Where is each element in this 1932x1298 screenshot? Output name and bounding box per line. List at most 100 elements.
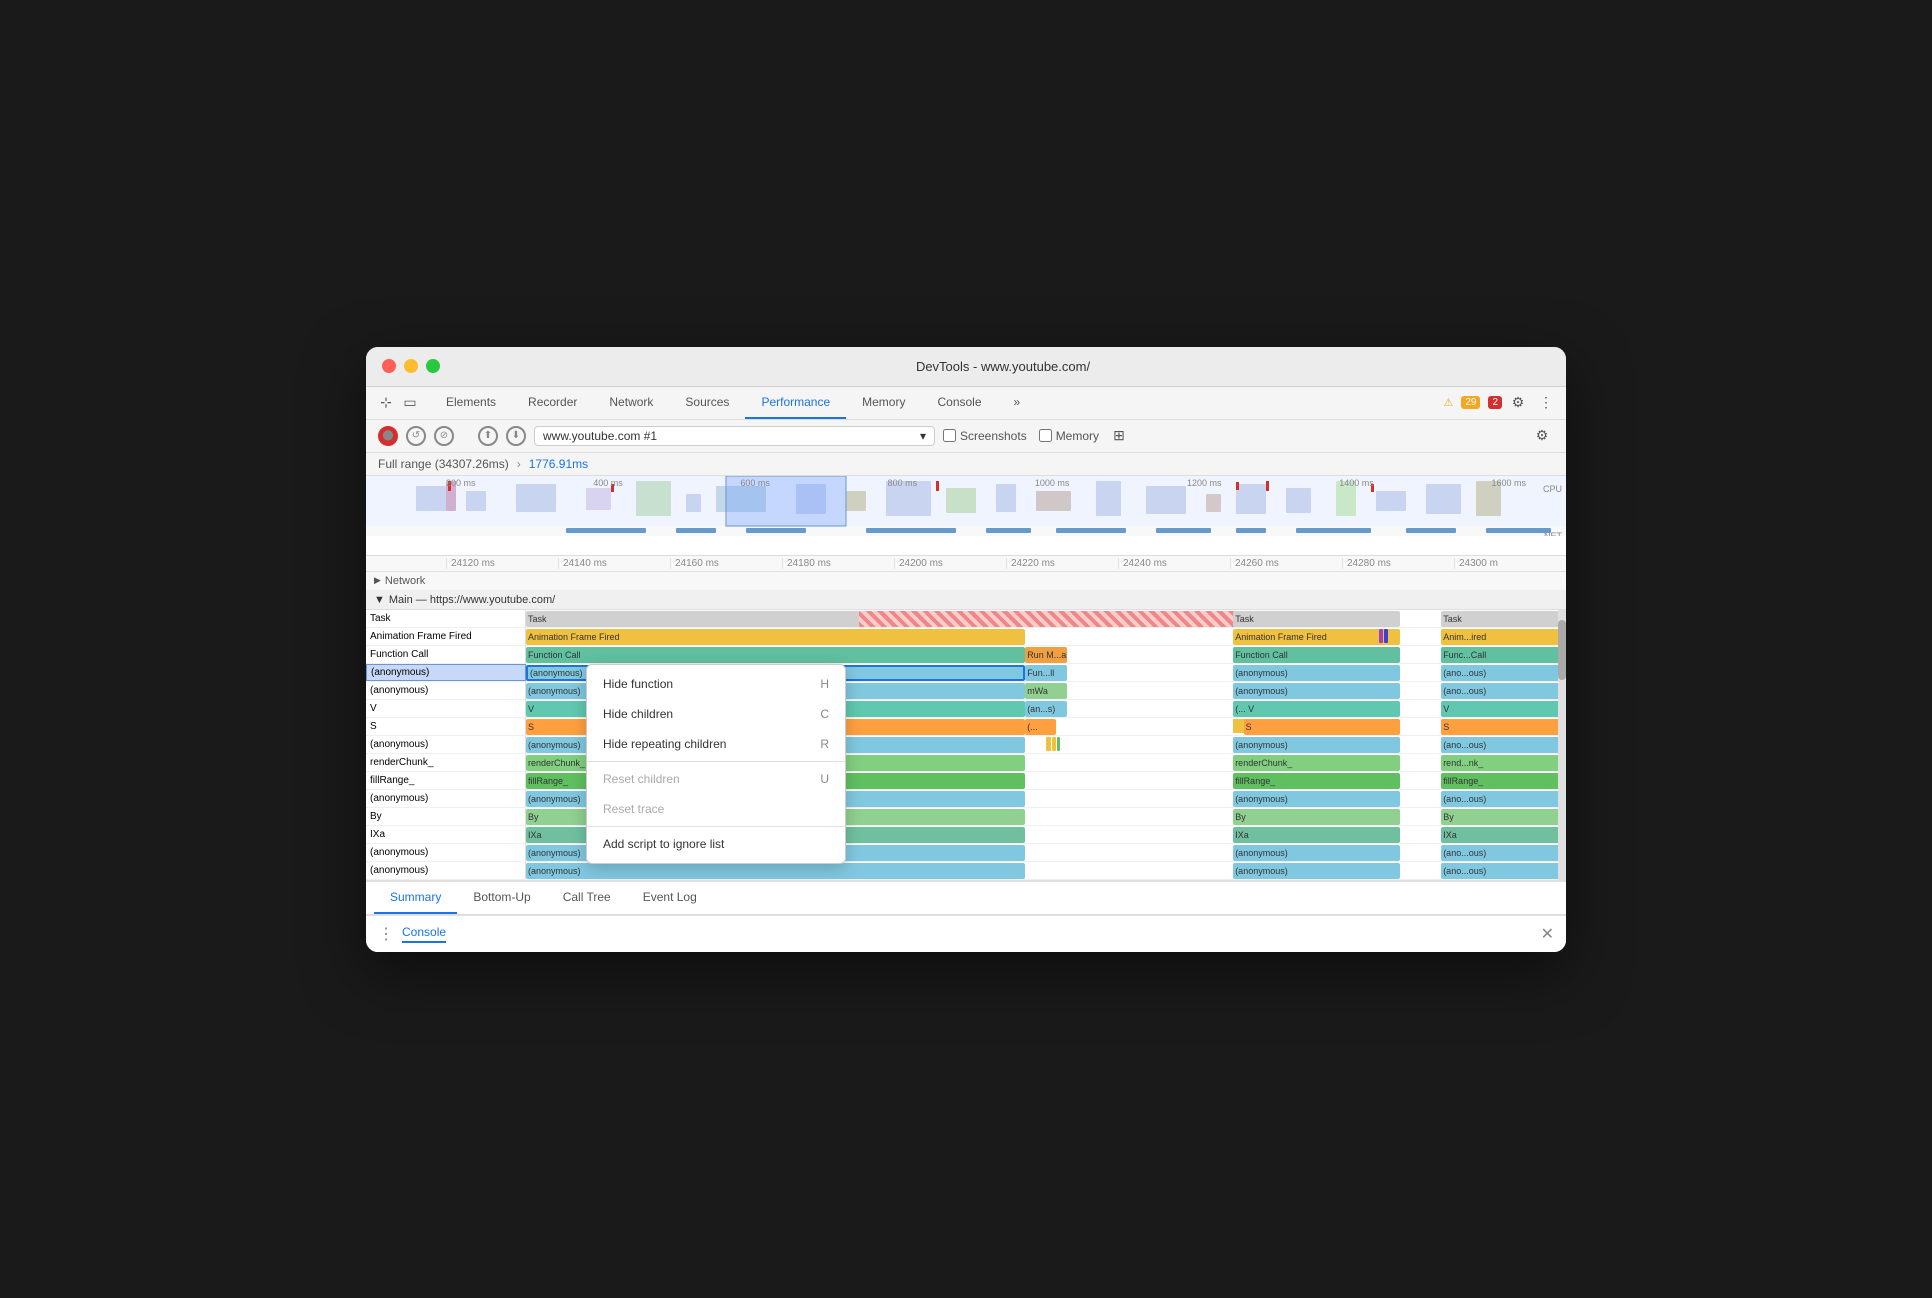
mwa-bar[interactable]: mWa — [1025, 683, 1067, 699]
settings-gear-icon[interactable]: ⚙ — [1530, 424, 1554, 448]
minimize-button[interactable] — [404, 359, 418, 373]
ixa-bar-2[interactable]: IXa — [1233, 827, 1399, 843]
clear-button[interactable]: ⊘ — [434, 426, 454, 446]
overview-area[interactable]: 200 ms 400 ms 600 ms 800 ms 1000 ms 1200… — [366, 476, 1566, 556]
anon6-bar-1[interactable]: (anonymous) — [526, 863, 1025, 879]
tab-sources[interactable]: Sources — [669, 387, 745, 419]
row-label-fill: fillRange_ — [366, 772, 526, 789]
anon5-bar-2[interactable]: (anonymous) — [1233, 845, 1399, 861]
task-bar-hatch[interactable] — [859, 611, 1254, 627]
tab-console[interactable]: Console — [921, 387, 997, 419]
tab-summary[interactable]: Summary — [374, 882, 457, 914]
table-row: (anonymous) (anonymous) (anonymous) (ano… — [366, 862, 1566, 880]
anon3-bar-2[interactable]: (anonymous) — [1233, 737, 1399, 753]
scroll-thumb[interactable] — [1558, 620, 1566, 680]
upload-button[interactable]: ⬆ — [478, 426, 498, 446]
anon4-bar-3[interactable]: (ano...ous) — [1441, 791, 1566, 807]
task-bar-2[interactable]: Task — [1233, 611, 1399, 627]
more-options-icon[interactable]: ⋮ — [1534, 391, 1558, 415]
overview-chart[interactable]: 200 ms 400 ms 600 ms 800 ms 1000 ms 1200… — [366, 476, 1566, 536]
dot-bar[interactable]: (... — [1025, 719, 1056, 735]
settings-icon[interactable]: ⚙ — [1506, 391, 1530, 415]
table-row: S S (... S S — [366, 718, 1566, 736]
tab-more[interactable]: » — [998, 387, 1037, 419]
v-bar-3[interactable]: V — [1441, 701, 1566, 717]
ixa-bar-3[interactable]: IXa — [1441, 827, 1566, 843]
ctx-hide-children[interactable]: Hide children C — [587, 699, 845, 729]
download-button[interactable]: ⬇ — [506, 426, 526, 446]
capture-icon[interactable]: ⊞ — [1107, 424, 1131, 448]
tab-recorder[interactable]: Recorder — [512, 387, 593, 419]
close-button[interactable] — [382, 359, 396, 373]
s-bar-2[interactable]: S — [1244, 719, 1400, 735]
tab-elements[interactable]: Elements — [430, 387, 512, 419]
anim-bar-3[interactable]: Anim...ired — [1441, 629, 1566, 645]
tab-memory[interactable]: Memory — [846, 387, 921, 419]
console-dots[interactable]: ⋮ — [378, 924, 394, 944]
cursor-icon[interactable]: ⊹ — [374, 391, 398, 415]
run-masks-bar[interactable]: Run M...asks — [1025, 647, 1067, 663]
url-selector[interactable]: www.youtube.com #1 ▾ — [534, 426, 935, 446]
anim-bar-2[interactable]: Animation Frame Fired — [1233, 629, 1399, 645]
anon2-bar-3[interactable]: (ano...ous) — [1441, 683, 1566, 699]
func-bar-2[interactable]: Function Call — [1233, 647, 1399, 663]
table-row: (anonymous) (anonymous) (anonymous) (ano… — [366, 736, 1566, 754]
full-range-label: Full range (34307.26ms) — [378, 457, 509, 471]
render-bar-3[interactable]: rend...nk_ — [1441, 755, 1566, 771]
reload-button[interactable]: ↺ — [406, 426, 426, 446]
row-bars-func[interactable]: Function Call Run M...asks Function Call… — [526, 646, 1566, 663]
funll-bar[interactable]: Fun...ll — [1025, 665, 1067, 681]
func-bar-1[interactable]: Function Call — [526, 647, 1025, 663]
by-bar-3[interactable]: By — [1441, 809, 1566, 825]
screenshots-checkbox[interactable] — [943, 429, 956, 442]
network-row[interactable]: ▶ Network — [366, 572, 1566, 591]
bottom-panel: Summary Bottom-Up Call Tree Event Log ⋮ … — [366, 880, 1566, 952]
s-bar-3[interactable]: S — [1441, 719, 1566, 735]
anon-bar-2[interactable]: (anonymous) — [1233, 665, 1399, 681]
tab-bottom-up[interactable]: Bottom-Up — [457, 882, 546, 914]
anon3-bar-3[interactable]: (ano...ous) — [1441, 737, 1566, 753]
console-close-button[interactable]: ✕ — [1541, 924, 1554, 944]
row-bars-anon6[interactable]: (anonymous) (anonymous) (ano...ous) — [526, 862, 1566, 879]
fill-bar-3[interactable]: fillRange_ — [1441, 773, 1566, 789]
screenshots-checkbox-label[interactable]: Screenshots — [943, 429, 1027, 443]
tab-performance[interactable]: Performance — [745, 387, 846, 419]
table-row: (anonymous) (anonymous) mWa (anonymous) … — [366, 682, 1566, 700]
ctx-hide-function[interactable]: Hide function H — [587, 669, 845, 699]
console-label[interactable]: Console — [402, 925, 446, 943]
url-dropdown-icon[interactable]: ▾ — [920, 429, 926, 443]
scrollbar[interactable] — [1558, 610, 1566, 880]
func-bar-3[interactable]: Func...Call — [1441, 647, 1566, 663]
anon-bar-3[interactable]: (ano...ous) — [1441, 665, 1566, 681]
anim-bar-1[interactable]: Animation Frame Fired — [526, 629, 1025, 645]
ctx-add-ignore-label: Add script to ignore list — [603, 837, 724, 851]
row-bars-anim[interactable]: Animation Frame Fired Animation Frame Fi… — [526, 628, 1566, 645]
maximize-button[interactable] — [426, 359, 440, 373]
fill-bar-2[interactable]: fillRange_ — [1233, 773, 1399, 789]
ans-bar[interactable]: (an...s) — [1025, 701, 1067, 717]
task-bar-3[interactable]: Task — [1441, 611, 1566, 627]
memory-checkbox[interactable] — [1039, 429, 1052, 442]
by-bar-2[interactable]: By — [1233, 809, 1399, 825]
main-collapse-icon[interactable]: ▼ — [374, 594, 385, 606]
tick-8: 24280 ms — [1342, 558, 1454, 569]
memory-checkbox-label[interactable]: Memory — [1039, 429, 1099, 443]
tab-event-log[interactable]: Event Log — [627, 882, 713, 914]
devtools-window: DevTools - www.youtube.com/ ⊹ ▭ Elements… — [366, 347, 1566, 952]
anon5-bar-3[interactable]: (ano...ous) — [1441, 845, 1566, 861]
v-bar-2[interactable]: (... V — [1233, 701, 1399, 717]
flame-rows: Task Task Task Task Animation Frame Fire… — [366, 610, 1566, 880]
tab-call-tree[interactable]: Call Tree — [547, 882, 627, 914]
anon2-bar-2[interactable]: (anonymous) — [1233, 683, 1399, 699]
tab-network[interactable]: Network — [593, 387, 669, 419]
ctx-add-ignore[interactable]: Add script to ignore list — [587, 829, 845, 859]
render-bar-2[interactable]: renderChunk_ — [1233, 755, 1399, 771]
row-bars-task[interactable]: Task Task Task — [526, 610, 1566, 627]
anon6-bar-3[interactable]: (ano...ous) — [1441, 863, 1566, 879]
record-button[interactable]: ⬤ — [378, 426, 398, 446]
device-icon[interactable]: ▭ — [398, 391, 422, 415]
anon4-bar-2[interactable]: (anonymous) — [1233, 791, 1399, 807]
ctx-hide-repeating[interactable]: Hide repeating children R — [587, 729, 845, 759]
anon6-bar-2[interactable]: (anonymous) — [1233, 863, 1399, 879]
network-collapse-icon[interactable]: ▶ — [374, 575, 381, 586]
